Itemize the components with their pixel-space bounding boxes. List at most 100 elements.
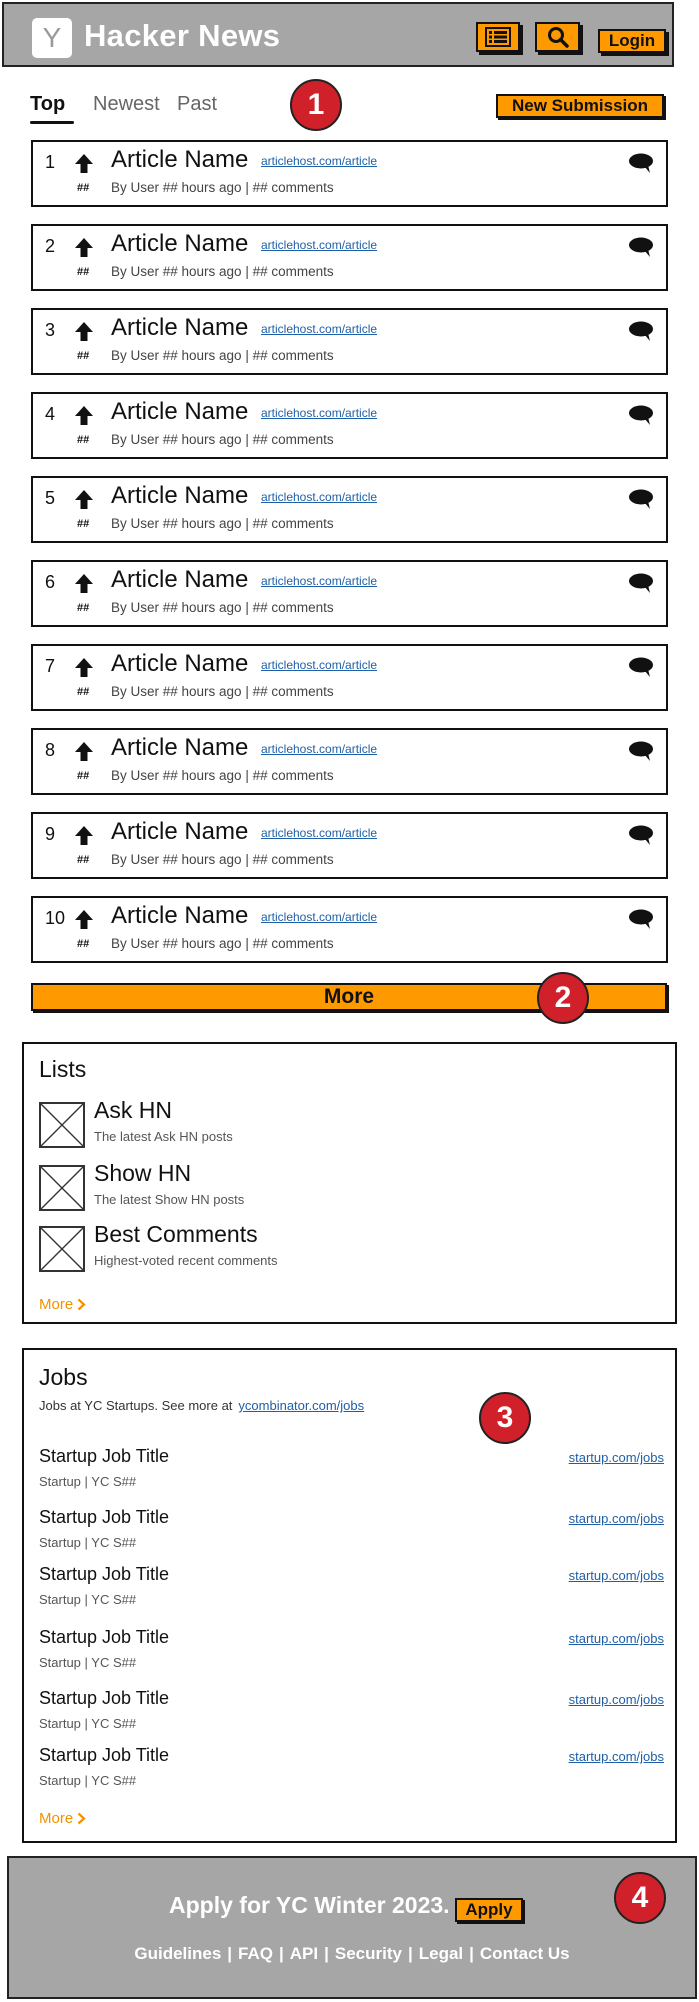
comment-bubble-icon[interactable]: [628, 908, 654, 930]
list-item-show-hn[interactable]: Show HN The latest Show HN posts: [39, 1160, 639, 1215]
tab-past[interactable]: Past: [177, 93, 217, 116]
article-score: ##: [77, 602, 90, 614]
article-host-link[interactable]: articlehost.com/article: [261, 658, 377, 672]
comment-bubble-icon[interactable]: [628, 320, 654, 342]
article-title[interactable]: Article Name: [111, 230, 248, 258]
tab-newest[interactable]: Newest: [93, 93, 160, 116]
logo[interactable]: Y: [32, 18, 72, 58]
login-button[interactable]: Login: [598, 29, 666, 53]
comment-bubble-icon[interactable]: [628, 236, 654, 258]
job-title[interactable]: Startup Job Title: [39, 1564, 169, 1585]
upvote-arrow-icon[interactable]: [73, 908, 95, 930]
article-host-link[interactable]: articlehost.com/article: [261, 826, 377, 840]
image-placeholder-icon: [39, 1165, 85, 1211]
article-score: ##: [77, 770, 90, 782]
search-button[interactable]: [535, 22, 580, 52]
list-item-best-comments[interactable]: Best Comments Highest-voted recent comme…: [39, 1221, 639, 1276]
comment-bubble-icon[interactable]: [628, 152, 654, 174]
article-title[interactable]: Article Name: [111, 818, 248, 846]
footer-link[interactable]: Legal: [419, 1944, 463, 1963]
new-submission-button[interactable]: New Submission: [496, 94, 664, 118]
job-company: Startup | YC S##: [39, 1773, 137, 1788]
article-score: ##: [77, 266, 90, 278]
upvote-arrow-icon[interactable]: [73, 404, 95, 426]
tab-top[interactable]: Top: [30, 93, 65, 116]
job-link[interactable]: startup.com/jobs: [569, 1692, 664, 1707]
upvote-arrow-icon[interactable]: [73, 320, 95, 342]
footer-link[interactable]: FAQ: [238, 1944, 273, 1963]
job-link[interactable]: startup.com/jobs: [569, 1568, 664, 1583]
jobs-more-link[interactable]: More: [39, 1810, 86, 1827]
article-host-link[interactable]: articlehost.com/article: [261, 574, 377, 588]
job-company: Startup | YC S##: [39, 1655, 137, 1670]
article-host-link[interactable]: articlehost.com/article: [261, 154, 377, 168]
footer: Apply for YC Winter 2023. Apply Guidelin…: [7, 1856, 697, 1999]
article-host-link[interactable]: articlehost.com/article: [261, 238, 377, 252]
apply-text: Apply for YC Winter 2023.: [169, 1892, 450, 1918]
image-placeholder-icon: [39, 1226, 85, 1272]
list-item-name: Best Comments: [94, 1221, 258, 1247]
article-meta: By User ## hours ago | ## comments: [111, 180, 334, 195]
footer-link[interactable]: Contact Us: [480, 1944, 570, 1963]
article-rank: 7: [45, 656, 56, 676]
job-link[interactable]: startup.com/jobs: [569, 1749, 664, 1764]
job-link[interactable]: startup.com/jobs: [569, 1631, 664, 1646]
article-rank: 3: [45, 320, 56, 340]
upvote-arrow-icon[interactable]: [73, 488, 95, 510]
job-link[interactable]: startup.com/jobs: [569, 1511, 664, 1526]
job-title[interactable]: Startup Job Title: [39, 1446, 169, 1467]
article-row: 9 ## Article Name articlehost.com/articl…: [31, 812, 668, 879]
comment-bubble-icon[interactable]: [628, 656, 654, 678]
upvote-arrow-icon[interactable]: [73, 656, 95, 678]
article-host-link[interactable]: articlehost.com/article: [261, 322, 377, 336]
article-title[interactable]: Article Name: [111, 902, 248, 930]
job-link[interactable]: startup.com/jobs: [569, 1450, 664, 1465]
apply-button[interactable]: Apply: [455, 1898, 523, 1922]
article-host-link[interactable]: articlehost.com/article: [261, 406, 377, 420]
article-score: ##: [77, 518, 90, 530]
menu-button[interactable]: [476, 22, 520, 52]
comment-bubble-icon[interactable]: [628, 572, 654, 594]
article-host-link[interactable]: articlehost.com/article: [261, 490, 377, 504]
upvote-arrow-icon[interactable]: [73, 740, 95, 762]
article-host-link[interactable]: articlehost.com/article: [261, 742, 377, 756]
footer-link[interactable]: API: [290, 1944, 318, 1963]
article-title[interactable]: Article Name: [111, 566, 248, 594]
footer-link[interactable]: Guidelines: [134, 1944, 221, 1963]
upvote-arrow-icon[interactable]: [73, 824, 95, 846]
upvote-arrow-icon[interactable]: [73, 236, 95, 258]
image-placeholder-icon: [39, 1102, 85, 1148]
job-row: Startup Job Title Startup | YC S## start…: [39, 1627, 664, 1673]
comment-bubble-icon[interactable]: [628, 488, 654, 510]
job-title[interactable]: Startup Job Title: [39, 1745, 169, 1766]
list-item-desc: Highest-voted recent comments: [94, 1253, 278, 1268]
article-host-link[interactable]: articlehost.com/article: [261, 910, 377, 924]
article-title[interactable]: Article Name: [111, 398, 248, 426]
job-title[interactable]: Startup Job Title: [39, 1627, 169, 1648]
article-title[interactable]: Article Name: [111, 650, 248, 678]
article-title[interactable]: Article Name: [111, 734, 248, 762]
list-item-name: Show HN: [94, 1160, 192, 1186]
article-score: ##: [77, 434, 90, 446]
list-item-ask-hn[interactable]: Ask HN The latest Ask HN posts: [39, 1097, 639, 1152]
article-rank: 8: [45, 740, 56, 760]
app-title[interactable]: Hacker News: [84, 18, 280, 54]
article-title[interactable]: Article Name: [111, 482, 248, 510]
comment-bubble-icon[interactable]: [628, 404, 654, 426]
lists-more-link[interactable]: More: [39, 1296, 86, 1313]
upvote-arrow-icon[interactable]: [73, 152, 95, 174]
article-meta: By User ## hours ago | ## comments: [111, 852, 334, 867]
comment-bubble-icon[interactable]: [628, 740, 654, 762]
job-title[interactable]: Startup Job Title: [39, 1688, 169, 1709]
jobs-subtitle-link[interactable]: ycombinator.com/jobs: [238, 1398, 364, 1413]
article-title[interactable]: Article Name: [111, 314, 248, 342]
job-title[interactable]: Startup Job Title: [39, 1507, 169, 1528]
footer-link[interactable]: Security: [335, 1944, 402, 1963]
article-row: 7 ## Article Name articlehost.com/articl…: [31, 644, 668, 711]
job-row: Startup Job Title Startup | YC S## start…: [39, 1745, 664, 1791]
article-title[interactable]: Article Name: [111, 146, 248, 174]
article-score: ##: [77, 686, 90, 698]
comment-bubble-icon[interactable]: [628, 824, 654, 846]
article-rank: 6: [45, 572, 56, 592]
upvote-arrow-icon[interactable]: [73, 572, 95, 594]
